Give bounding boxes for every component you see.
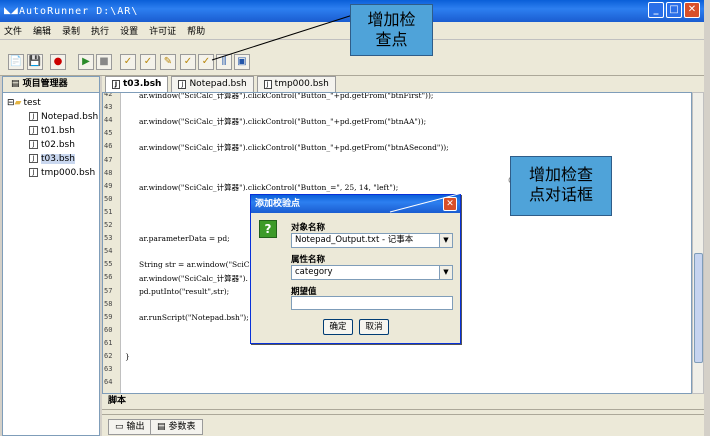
callout-add-checkpoint-dialog: 增加检查 点对话框 bbox=[510, 156, 612, 216]
callout-lines bbox=[211, 10, 516, 213]
callout-add-checkpoint: 增加检 查点 bbox=[350, 4, 433, 56]
callout-line-checkpoint bbox=[211, 13, 357, 61]
callout-line-dialog bbox=[389, 179, 513, 213]
